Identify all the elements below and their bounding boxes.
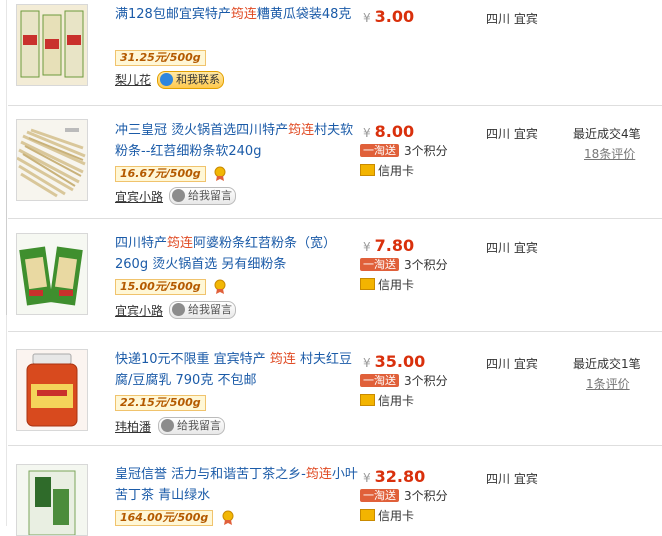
reviews-link[interactable]: 1条评价 — [586, 375, 630, 392]
unit-price-wrap: 22.15元/500g — [115, 393, 206, 411]
title-text: 皇冠信誉 活力与和谐苦丁茶之乡- — [115, 467, 306, 482]
price: ¥7.80 — [363, 236, 415, 255]
credit-card-icon — [360, 164, 375, 176]
list-item: 皇冠信誉 活力与和谐苦丁茶之乡-筠连小叶苦丁茶 青山绿水 164.00元/500… — [8, 445, 662, 536]
unit-price: 31.25元/500g — [115, 50, 206, 66]
points: 3个积分 — [404, 258, 448, 272]
leave-message-button[interactable]: 给我留言 — [158, 417, 225, 435]
title-keyword: 筠连 — [230, 7, 257, 22]
title-keyword: 筠连 — [305, 467, 332, 482]
product-title[interactable]: 四川特产筠连阿婆粉条红苕粉条（宽）260g 烫火锅首选 另有细粉条 — [115, 233, 359, 275]
product-image-tea-bag — [17, 465, 87, 535]
location: 四川 宜宾 — [486, 12, 538, 26]
credit-card-icon — [360, 394, 375, 406]
product-image-noodles — [17, 120, 87, 200]
points: 3个积分 — [404, 489, 448, 503]
credit-card: 信用卡 — [360, 392, 414, 409]
product-thumbnail[interactable] — [16, 464, 88, 536]
leave-message-button[interactable]: 给我留言 — [169, 187, 236, 205]
medal-icon — [222, 510, 234, 525]
title-keyword: 筠连 — [288, 123, 315, 138]
credit-card: 信用卡 — [360, 507, 414, 524]
unit-price-wrap: 15.00元/500g — [115, 277, 227, 295]
recent-sales: 最近成交1笔 — [573, 357, 641, 371]
unit-price-wrap: 16.67元/500g — [115, 164, 227, 182]
list-item: 四川特产筠连阿婆粉条红苕粉条（宽）260g 烫火锅首选 另有细粉条 15.00元… — [8, 218, 662, 332]
wangwang-icon — [160, 73, 173, 86]
list-item: 满128包邮宜宾特产筠连糟黄瓜袋装48克 31.25元/500g 梨儿花 和我联… — [8, 0, 662, 106]
contact-me-button[interactable]: 和我联系 — [157, 71, 224, 89]
unit-price: 164.00元/500g — [115, 510, 214, 526]
leave-message-button[interactable]: 给我留言 — [169, 301, 236, 319]
product-thumbnail[interactable] — [16, 233, 88, 315]
seller-link[interactable]: 梨儿花 — [115, 71, 151, 88]
unit-price: 22.15元/500g — [115, 395, 206, 411]
left-panel-tab[interactable] — [0, 180, 7, 315]
points: 3个积分 — [404, 374, 448, 388]
product-title[interactable]: 冲三皇冠 烫火锅首选四川特产筠连村夫软粉条--红苕细粉条软240g — [115, 120, 359, 162]
seller-link[interactable]: 宜宾小路 — [115, 188, 163, 205]
wangwang-offline-icon — [172, 303, 185, 316]
seller-link[interactable]: 玮柏潘 — [115, 418, 151, 435]
wangwang-offline-icon — [161, 419, 174, 432]
credit-card-icon — [360, 509, 375, 521]
product-title[interactable]: 满128包邮宜宾特产筠连糟黄瓜袋装48克 — [115, 4, 359, 25]
location: 四川 宜宾 — [486, 472, 538, 486]
credit-card: 信用卡 — [360, 162, 414, 179]
product-thumbnail[interactable] — [16, 4, 88, 86]
taosong-badge: 一淘送 — [360, 144, 399, 157]
title-text: 满128包邮宜宾特产 — [115, 7, 231, 22]
unit-price-wrap: 164.00元/500g — [115, 508, 235, 526]
product-image-pickle-bags — [17, 5, 87, 85]
product-image-tofu-jar — [17, 350, 87, 430]
location: 四川 宜宾 — [486, 357, 538, 371]
taosong-badge: 一淘送 — [360, 258, 399, 271]
medal-icon — [214, 279, 226, 294]
product-thumbnail[interactable] — [16, 119, 88, 201]
recent-sales: 最近成交4笔 — [573, 127, 641, 141]
price: ¥3.00 — [363, 7, 415, 26]
price: ¥35.00 — [363, 352, 426, 371]
list-item: 冲三皇冠 烫火锅首选四川特产筠连村夫软粉条--红苕细粉条软240g 16.67元… — [8, 105, 662, 219]
product-image-vermicelli-packs — [17, 234, 87, 314]
title-text: 四川特产 — [115, 236, 168, 251]
wangwang-offline-icon — [172, 189, 185, 202]
title-text: 冲三皇冠 烫火锅首选四川特产 — [115, 123, 289, 138]
credit-card-icon — [360, 278, 375, 290]
product-thumbnail[interactable] — [16, 349, 88, 431]
credit-card: 信用卡 — [360, 276, 414, 293]
taosong-badge: 一淘送 — [360, 374, 399, 387]
product-title[interactable]: 皇冠信誉 活力与和谐苦丁茶之乡-筠连小叶苦丁茶 青山绿水 — [115, 464, 359, 506]
price: ¥8.00 — [363, 122, 415, 141]
reviews-link[interactable]: 18条评价 — [584, 145, 635, 162]
seller-link[interactable]: 宜宾小路 — [115, 302, 163, 319]
unit-price: 16.67元/500g — [115, 166, 206, 182]
medal-icon — [214, 166, 226, 181]
title-keyword: 筠连 — [167, 236, 194, 251]
list-item: 快递10元不限重 宜宾特产 筠连 村夫红豆腐/豆腐乳 790克 不包邮 22.1… — [8, 331, 662, 446]
title-text: 糟黄瓜袋装48克 — [256, 7, 352, 22]
taosong-badge: 一淘送 — [360, 489, 399, 502]
price: ¥32.80 — [363, 467, 426, 486]
title-keyword: 筠连 — [269, 352, 296, 367]
unit-price: 15.00元/500g — [115, 279, 206, 295]
location: 四川 宜宾 — [486, 241, 538, 255]
product-title[interactable]: 快递10元不限重 宜宾特产 筠连 村夫红豆腐/豆腐乳 790克 不包邮 — [115, 349, 359, 391]
points: 3个积分 — [404, 144, 448, 158]
title-text: 快递10元不限重 宜宾特产 — [115, 352, 270, 367]
unit-price-wrap: 31.25元/500g — [115, 48, 206, 66]
location: 四川 宜宾 — [486, 127, 538, 141]
